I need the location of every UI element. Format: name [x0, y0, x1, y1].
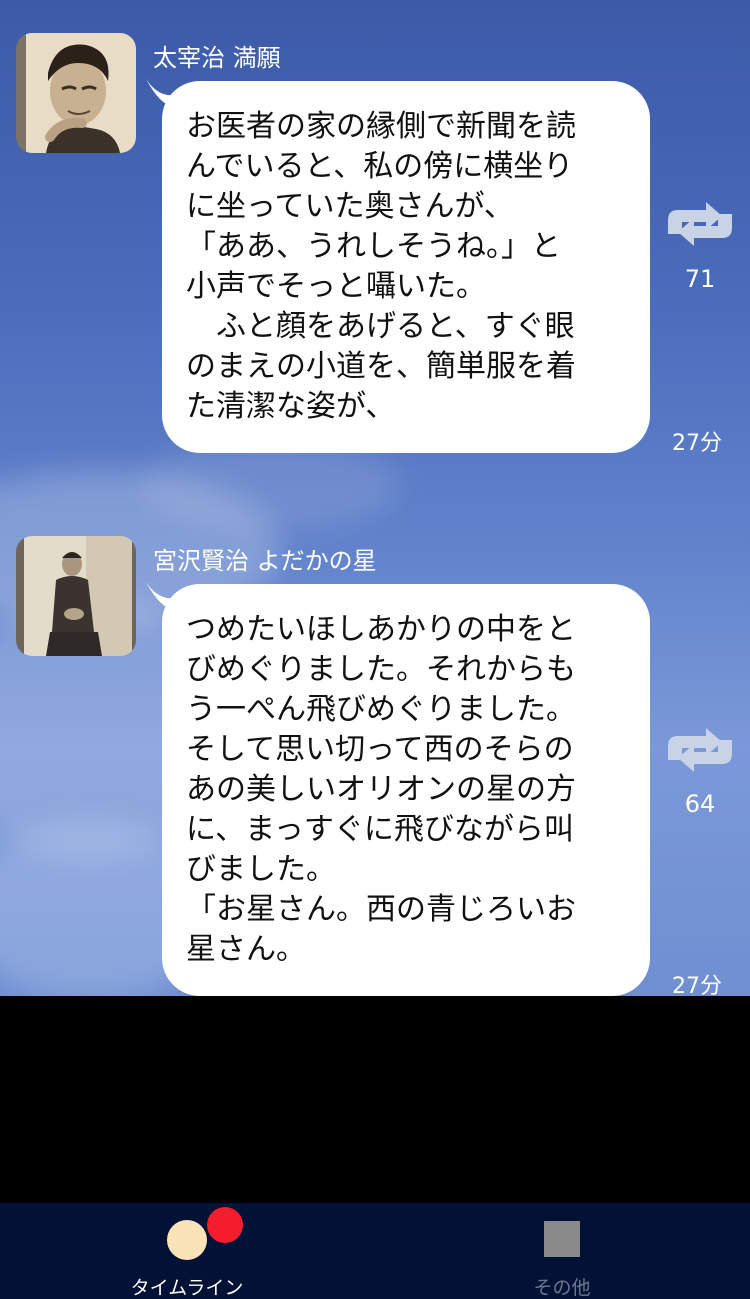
avatar[interactable]	[16, 536, 136, 656]
portrait-miyazawa-image	[16, 536, 136, 656]
square-icon	[544, 1221, 580, 1257]
avatar[interactable]	[16, 33, 136, 153]
repost-icon[interactable]	[662, 198, 738, 250]
author-name[interactable]: 宮沢賢治 よだかの星	[153, 541, 377, 576]
repost-count: 64	[684, 790, 716, 818]
repost-count: 71	[684, 265, 716, 293]
repost-icon[interactable]	[662, 724, 738, 776]
notification-badge-icon	[207, 1207, 243, 1243]
timeline-cream-dot-icon	[167, 1220, 207, 1260]
portrait-dazai-image	[16, 33, 136, 153]
tab-other[interactable]: その他	[462, 1203, 662, 1299]
tab-bar: タイムライン その他	[0, 1203, 750, 1299]
tab-other-label: その他	[533, 1277, 591, 1299]
timeline-post: 太宰治 満願 お医者の家の縁側で新聞を読 んでいると、私の傍に横坐り に坐ってい…	[0, 33, 750, 463]
tab-timeline[interactable]: タイムライン	[87, 1203, 287, 1299]
tab-timeline-label: タイムライン	[130, 1277, 244, 1299]
timeline-post: 宮沢賢治 よだかの星 つめたいほしあかりの中をと びめぐりました。それからも う…	[0, 536, 750, 996]
post-time: 27分	[672, 974, 722, 996]
timeline-feed[interactable]: 太宰治 満願 お医者の家の縁側で新聞を読 んでいると、私の傍に横坐り に坐ってい…	[0, 0, 750, 996]
author-name[interactable]: 太宰治 満願	[153, 38, 281, 73]
post-time: 27分	[672, 431, 722, 456]
post-bubble[interactable]: お医者の家の縁側で新聞を読 んでいると、私の傍に横坐り に坐っていた奥さんが、 …	[162, 81, 650, 453]
post-bubble[interactable]: つめたいほしあかりの中をと びめぐりました。それからも う一ぺん飛びめぐりました…	[162, 584, 650, 996]
